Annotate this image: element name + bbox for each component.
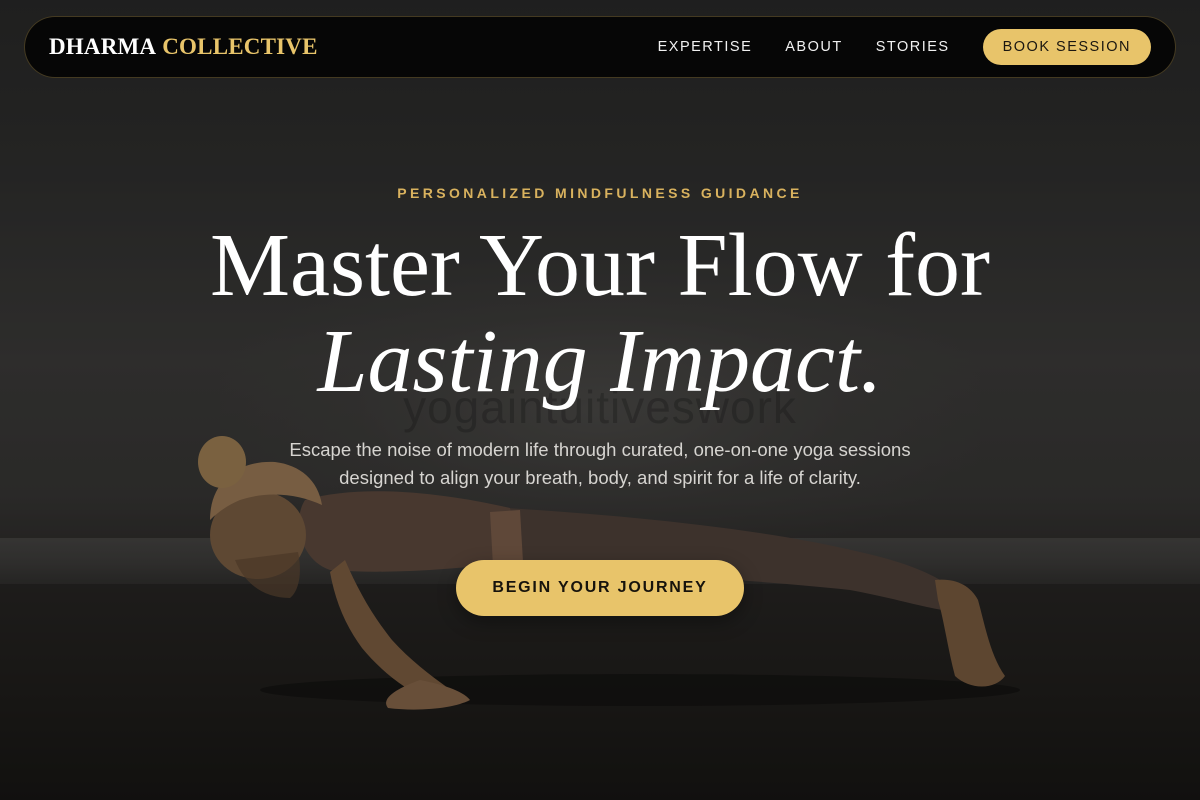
headline-line-1: Master Your Flow for (209, 216, 991, 315)
top-navigation-bar: DHARMA COLLECTIVE EXPERTISE ABOUT STORIES… (24, 16, 1176, 78)
logo-text-primary: DHARMA (49, 34, 157, 59)
hero-description: Escape the noise of modern life through … (289, 439, 911, 488)
begin-journey-button[interactable]: BEGIN YOUR JOURNEY (456, 560, 744, 616)
logo-text-accent: COLLECTIVE (162, 34, 318, 59)
nav-link-stories[interactable]: STORIES (876, 39, 950, 55)
hero-headline: Master Your Flow for Lasting Impact. (0, 218, 1200, 410)
brand-logo[interactable]: DHARMA COLLECTIVE (49, 34, 318, 60)
hero-section: yogaintuitiveswork DHARMA COLLECTIVE EXPE… (0, 0, 1200, 800)
nav-link-about[interactable]: ABOUT (785, 39, 842, 55)
hero-eyebrow: PERSONALIZED MINDFULNESS GUIDANCE (397, 185, 803, 201)
book-session-button[interactable]: BOOK SESSION (982, 29, 1151, 65)
nav-links: EXPERTISE ABOUT STORIES BOOK SESSION (658, 29, 1151, 65)
headline-line-2: Lasting Impact. (317, 312, 883, 411)
nav-link-expertise[interactable]: EXPERTISE (658, 39, 753, 55)
